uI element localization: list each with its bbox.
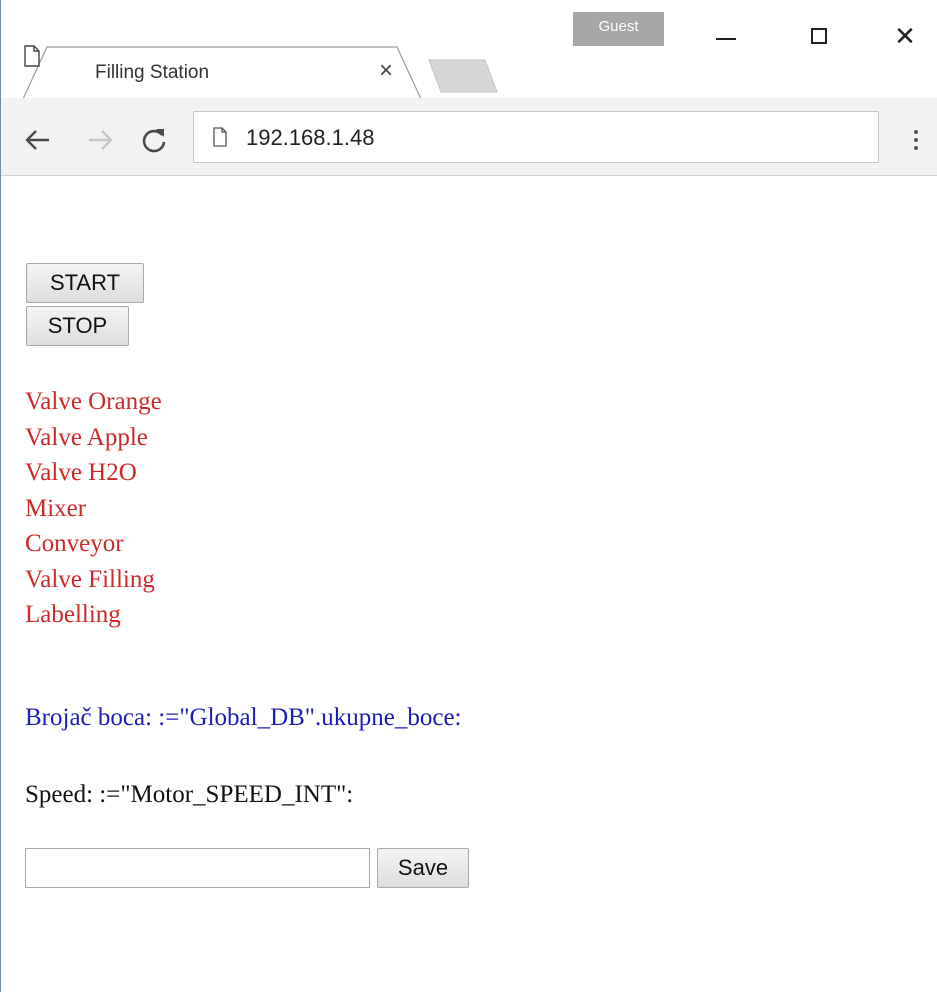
status-valve-apple: Valve Apple [25,423,148,451]
guest-profile-badge[interactable]: Guest [573,12,664,46]
tab-close-button[interactable]: × [373,58,399,84]
new-tab-icon [428,59,498,93]
back-button[interactable] [23,125,53,155]
tab-shape [23,46,422,100]
maximize-button[interactable] [796,16,842,56]
back-arrow-icon [25,130,49,150]
tab-title: Filling Station [95,62,210,83]
address-bar[interactable]: 192.168.1.48 [193,111,879,163]
speed-label: Speed: :="Motor_SPEED_INT": [25,781,354,808]
actuator-status-list: Valve Orange Valve Apple Valve H2O Mixer… [25,384,162,633]
forward-button[interactable] [85,125,115,155]
status-mixer: Mixer [25,494,87,522]
browser-window: Guest ✕ Filling Station × 192.168.1.48 S… [0,0,937,992]
bottle-counter-text: Brojač boca: :="Global_DB".ukupne_boce: [25,704,462,731]
status-valve-h2o: Valve H2O [25,459,137,486]
minimize-icon [716,38,736,40]
status-valve-filling: Valve Filling [25,565,155,593]
speed-input[interactable] [25,848,370,888]
address-url[interactable]: 192.168.1.48 [246,125,374,151]
close-window-button[interactable]: ✕ [882,16,928,56]
page-icon [213,127,227,147]
reload-button[interactable] [139,125,169,155]
tab-filling-station[interactable]: Filling Station × [23,45,423,101]
browser-toolbar: 192.168.1.48 [1,98,937,176]
close-icon: ✕ [894,21,916,51]
forward-arrow-icon [89,130,113,150]
menu-kebab-icon [914,130,918,134]
new-tab-button[interactable] [425,58,501,94]
browser-menu-button[interactable] [903,125,929,155]
save-button[interactable]: Save [377,848,469,888]
status-conveyor: Conveyor [25,530,124,557]
maximize-icon [811,28,827,44]
stop-button[interactable]: STOP [26,306,129,346]
page-content: START STOP Valve Orange Valve Apple Valv… [1,177,937,992]
status-valve-orange: Valve Orange [25,388,162,415]
title-bar: Guest ✕ Filling Station × [1,0,937,101]
start-button[interactable]: START [26,263,144,303]
minimize-button[interactable] [703,16,749,56]
status-labelling: Labelling [25,601,121,628]
page-icon [24,45,40,67]
reload-icon [142,129,166,153]
